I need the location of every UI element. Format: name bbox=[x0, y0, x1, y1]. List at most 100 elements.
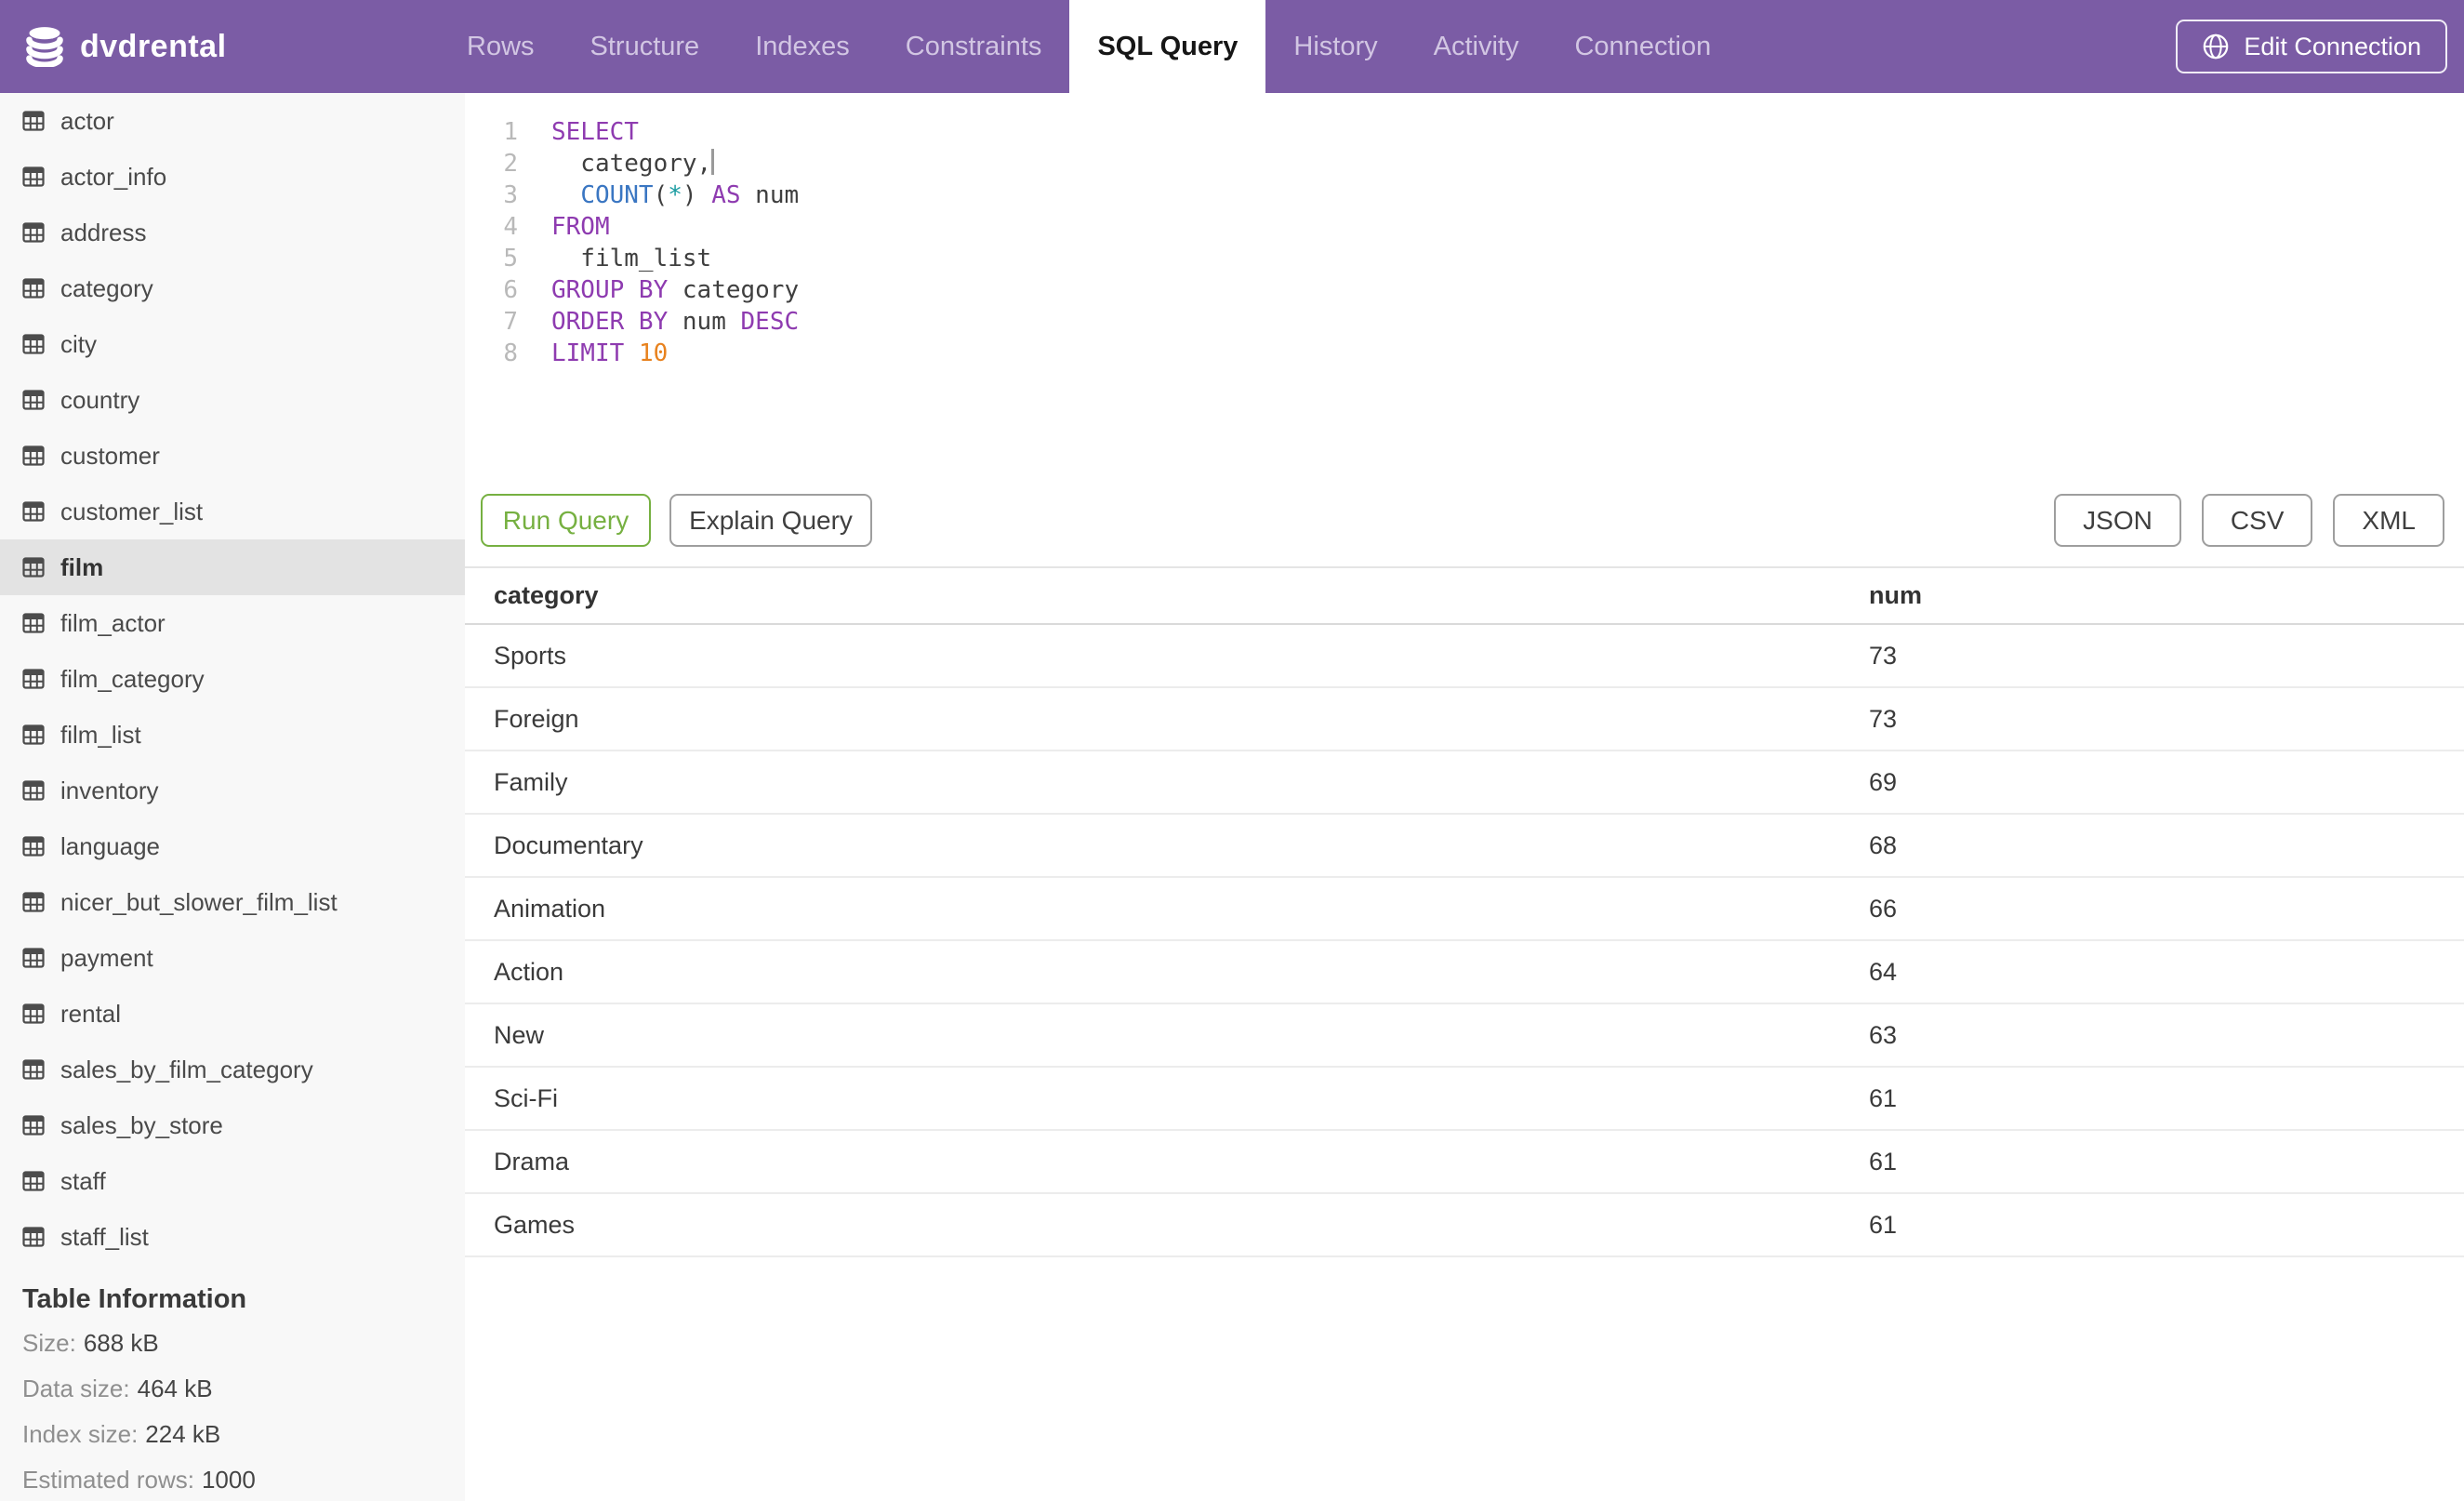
line-number: 4 bbox=[503, 213, 518, 241]
cell-category: Documentary bbox=[465, 814, 1869, 878]
header-row: category num bbox=[465, 568, 2464, 625]
line-number: 7 bbox=[503, 308, 518, 336]
table-information-panel: Table Information Size: 688 kB Data size:… bbox=[0, 1278, 465, 1501]
code-text: FROM bbox=[551, 211, 610, 243]
sidebar-item-film-actor[interactable]: film_actor bbox=[0, 595, 465, 651]
query-toolbar: Run Query Explain Query JSON CSV XML bbox=[465, 494, 2464, 566]
table-icon bbox=[22, 836, 45, 857]
tab-connection[interactable]: Connection bbox=[1546, 0, 1739, 93]
sidebar-item-sales-by-film-category[interactable]: sales_by_film_category bbox=[0, 1042, 465, 1097]
sql-token: COUNT bbox=[580, 181, 654, 209]
code-text: ORDER BY num DESC bbox=[551, 306, 799, 338]
tab-constraints[interactable]: Constraints bbox=[878, 0, 1070, 93]
sidebar-item-actor-info[interactable]: actor_info bbox=[0, 149, 465, 205]
sidebar-item-film[interactable]: film bbox=[0, 539, 465, 595]
sidebar-item-staff[interactable]: staff bbox=[0, 1153, 465, 1209]
table-icon bbox=[22, 222, 45, 243]
table-info-row: Size: 688 kB bbox=[22, 1321, 465, 1366]
sidebar-item-staff-list[interactable]: staff_list bbox=[0, 1209, 465, 1265]
cell-category: Animation bbox=[465, 877, 1869, 941]
tab-indexes[interactable]: Indexes bbox=[727, 0, 878, 93]
tab-activity[interactable]: Activity bbox=[1406, 0, 1547, 93]
code-line: 4 FROM bbox=[465, 211, 2464, 243]
sql-token: AS bbox=[711, 181, 741, 209]
content-area: 1 SELECT 2 category, 3 COUNT(*) AS num 4… bbox=[465, 93, 2464, 1501]
sql-token: GROUP BY bbox=[551, 276, 669, 304]
cell-num: 69 bbox=[1869, 750, 2464, 815]
cell-category: Foreign bbox=[465, 687, 1869, 751]
table-info-row: Estimated rows: 1000 bbox=[22, 1457, 465, 1501]
tab-structure[interactable]: Structure bbox=[563, 0, 728, 93]
code-text: GROUP BY category bbox=[551, 274, 799, 306]
sidebar-item-sales-by-store[interactable]: sales_by_store bbox=[0, 1097, 465, 1153]
table-icon bbox=[22, 780, 45, 801]
table-name: staff bbox=[60, 1166, 106, 1195]
cell-category: Sci-Fi bbox=[465, 1067, 1869, 1131]
edit-connection-button[interactable]: Edit Connection bbox=[2176, 20, 2447, 73]
globe-icon bbox=[2204, 33, 2229, 60]
table-icon bbox=[22, 724, 45, 745]
run-query-button[interactable]: Run Query bbox=[481, 494, 651, 547]
table-icon bbox=[22, 892, 45, 912]
table-icon bbox=[22, 390, 45, 410]
table-info-row: Index size: 224 kB bbox=[22, 1412, 465, 1457]
cell-num: 73 bbox=[1869, 624, 2464, 688]
export-csv-button[interactable]: CSV bbox=[2201, 494, 2313, 547]
line-number: 6 bbox=[503, 276, 518, 304]
table-icon bbox=[22, 613, 45, 633]
table-name: inventory bbox=[60, 776, 159, 804]
cell-category: Action bbox=[465, 940, 1869, 1004]
sidebar-item-rental[interactable]: rental bbox=[0, 986, 465, 1042]
sql-token: num bbox=[740, 181, 800, 209]
info-value: 688 kB bbox=[83, 1329, 159, 1357]
export-xml-button[interactable]: XML bbox=[2333, 494, 2444, 547]
cell-category: Sports bbox=[465, 624, 1869, 688]
sidebar-item-language[interactable]: language bbox=[0, 818, 465, 874]
table-name: address bbox=[60, 218, 147, 246]
sql-token: ( bbox=[653, 181, 669, 209]
info-value: 224 kB bbox=[145, 1420, 221, 1448]
sidebar-item-film-category[interactable]: film_category bbox=[0, 651, 465, 707]
sidebar-item-film-list[interactable]: film_list bbox=[0, 707, 465, 763]
code-text: LIMIT 10 bbox=[551, 338, 668, 369]
sql-token: FROM bbox=[551, 213, 610, 241]
sidebar-item-inventory[interactable]: inventory bbox=[0, 763, 465, 818]
code-line: 7 ORDER BY num DESC bbox=[465, 306, 2464, 338]
table-name: staff_list bbox=[60, 1222, 149, 1251]
sidebar-item-category[interactable]: category bbox=[0, 260, 465, 316]
sidebar-item-customer[interactable]: customer bbox=[0, 428, 465, 484]
info-label: Size: bbox=[22, 1329, 76, 1357]
line-number: 5 bbox=[503, 245, 518, 272]
export-json-button[interactable]: JSON bbox=[2054, 494, 2181, 547]
code-line: 2 category, bbox=[465, 148, 2464, 179]
sql-token: category bbox=[668, 276, 800, 304]
table-icon bbox=[22, 166, 45, 187]
cell-category: Games bbox=[465, 1193, 1869, 1257]
code-line: 1 SELECT bbox=[465, 116, 2464, 148]
table-row: Documentary 68 bbox=[465, 814, 2464, 878]
cell-category: Family bbox=[465, 750, 1869, 815]
sidebar-item-nicer-but-slower-film-list[interactable]: nicer_but_slower_film_list bbox=[0, 874, 465, 930]
sidebar-item-city[interactable]: city bbox=[0, 316, 465, 372]
explain-query-button[interactable]: Explain Query bbox=[669, 494, 872, 547]
table-icon bbox=[22, 1115, 45, 1136]
tab-history[interactable]: History bbox=[1265, 0, 1405, 93]
table-row: Animation 66 bbox=[465, 877, 2464, 941]
code-text: category, bbox=[551, 148, 715, 179]
tab-sql-query[interactable]: SQL Query bbox=[1069, 0, 1266, 93]
cell-num: 61 bbox=[1869, 1130, 2464, 1194]
table-information-rows: Size: 688 kB Data size: 464 kB Index size:… bbox=[22, 1321, 465, 1501]
sidebar-item-payment[interactable]: payment bbox=[0, 930, 465, 986]
sidebar-item-country[interactable]: country bbox=[0, 372, 465, 428]
sidebar-item-actor[interactable]: actor bbox=[0, 93, 465, 149]
sidebar-item-customer-list[interactable]: customer_list bbox=[0, 484, 465, 539]
table-name: rental bbox=[60, 999, 122, 1028]
sidebar-item-address[interactable]: address bbox=[0, 205, 465, 260]
table-list: actor actor_info address category city c… bbox=[0, 93, 465, 1265]
tab-rows[interactable]: Rows bbox=[439, 0, 563, 93]
sql-editor[interactable]: 1 SELECT 2 category, 3 COUNT(*) AS num 4… bbox=[465, 93, 2464, 494]
line-number: 8 bbox=[503, 339, 518, 367]
cell-num: 63 bbox=[1869, 1003, 2464, 1068]
database-icon bbox=[26, 27, 63, 67]
